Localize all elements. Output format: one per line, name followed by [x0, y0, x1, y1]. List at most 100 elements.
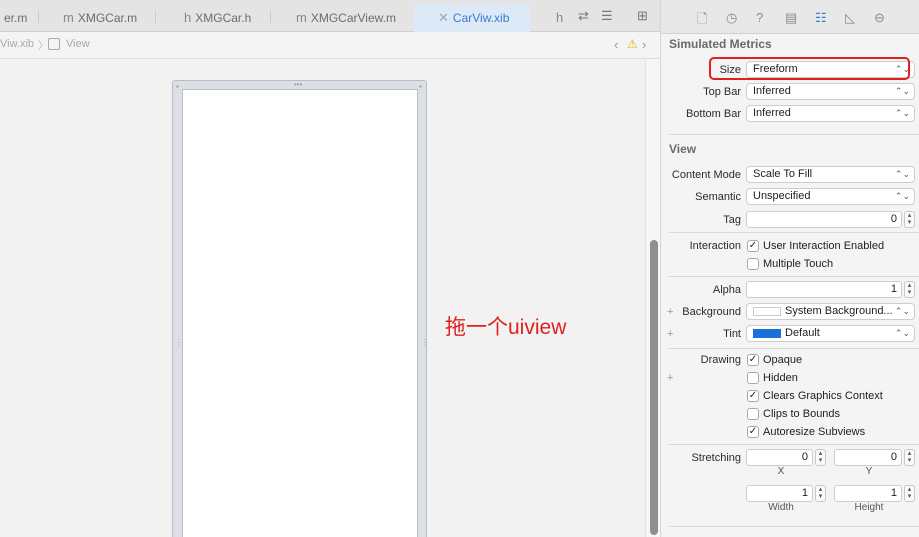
y-caption: Y	[865, 466, 873, 477]
drag-handle[interactable]: •••	[294, 81, 302, 89]
lines-icon[interactable]: ☰	[601, 8, 613, 24]
size-inspector-icon[interactable]: ◺	[845, 10, 855, 26]
inspector-tab-bar: 🗋 ◷ ? ▤ ☷ ◺ ⊖	[661, 0, 919, 34]
stretch-y-field[interactable]: 0	[834, 449, 902, 466]
jumpbar-view[interactable]: View	[66, 38, 90, 50]
opaque-checkbox[interactable]: ✓	[747, 354, 759, 366]
section-divider	[669, 526, 919, 527]
tint-popup[interactable]: Default ⌃⌄	[746, 325, 915, 342]
chevron-right-icon[interactable]: ›	[642, 37, 646, 52]
identity-inspector-icon[interactable]: ▤	[785, 10, 797, 26]
editor-tab-bar: er.m m XMGCar.m h XMGCar.h m XMGCarView.m ✕…	[0, 0, 660, 32]
tab-header-partial[interactable]: h	[556, 4, 567, 32]
section-divider	[669, 444, 919, 445]
tab-xmgcar-m[interactable]: m XMGCar.m	[63, 4, 137, 32]
stretch-width-field[interactable]: 1	[746, 485, 813, 502]
clears-graphics-label: Clears Graphics Context	[763, 390, 883, 402]
tab-xmgcar-h[interactable]: h XMGCar.h	[184, 4, 251, 32]
file-inspector-icon[interactable]: 🗋	[697, 10, 707, 32]
clips-to-bounds-label: Clips to Bounds	[763, 408, 841, 420]
stretch-y-stepper[interactable]: ▴ ▾	[904, 449, 915, 466]
header-file-icon: h	[556, 10, 564, 25]
chevron-left-icon[interactable]: ‹	[614, 37, 618, 52]
view-icon	[48, 38, 60, 50]
connections-inspector-icon[interactable]: ⊖	[874, 10, 885, 26]
alpha-field[interactable]: 1	[746, 281, 902, 298]
tag-stepper[interactable]: ▴ ▾	[904, 211, 915, 228]
alpha-stepper[interactable]: ▴ ▾	[904, 281, 915, 298]
add-variation-icon[interactable]: +	[667, 372, 673, 384]
section-title-simulated-metrics: Simulated Metrics	[669, 37, 772, 51]
drawing-label: Drawing	[700, 354, 741, 366]
section-divider	[669, 276, 919, 277]
tag-label: Tag	[723, 214, 741, 226]
popup-arrows-icon: ⌃⌄	[894, 108, 910, 118]
canvas-scrollbar[interactable]	[645, 59, 660, 537]
tab-separator	[155, 11, 156, 23]
header-file-icon: h	[184, 10, 192, 25]
hidden-checkbox[interactable]	[747, 372, 759, 384]
stretch-x-field[interactable]: 0	[746, 449, 813, 466]
top-bar-popup[interactable]: Inferred ⌃⌄	[746, 83, 915, 100]
resize-handle[interactable]: ▪	[419, 83, 422, 91]
objc-file-icon: m	[296, 10, 307, 25]
stretch-width-stepper[interactable]: ▴ ▾	[815, 485, 826, 502]
related-items-icon[interactable]: ⇄	[578, 8, 589, 24]
section-divider	[669, 348, 919, 349]
popup-arrows-icon: ⌃⌄	[894, 86, 910, 96]
bottom-bar-popup[interactable]: Inferred ⌃⌄	[746, 105, 915, 122]
popup-arrows-icon: ⌃⌄	[894, 191, 910, 201]
background-label: Background	[682, 306, 741, 318]
clears-graphics-checkbox[interactable]: ✓	[747, 390, 759, 402]
autoresize-label: Autoresize Subviews	[763, 426, 866, 438]
history-inspector-icon[interactable]: ◷	[726, 10, 737, 26]
content-mode-label: Content Mode	[671, 169, 741, 181]
stretch-height-stepper[interactable]: ▴ ▾	[904, 485, 915, 502]
resize-handle[interactable]: ⋮	[421, 339, 429, 347]
x-caption: X	[777, 466, 785, 477]
warning-icon[interactable]: ⚠	[627, 37, 638, 51]
root-view[interactable]	[182, 89, 418, 537]
close-tab-icon: ✕	[438, 10, 449, 25]
semantic-label: Semantic	[695, 191, 741, 203]
tab-er-m[interactable]: er.m	[0, 4, 27, 32]
attributes-inspector: 🗋 ◷ ? ▤ ☷ ◺ ⊖ Simulated Metrics Size Fre…	[660, 0, 919, 537]
objc-file-icon: m	[63, 10, 74, 25]
tag-field[interactable]: 0	[746, 211, 902, 228]
popup-arrows-icon: ⌃⌄	[894, 169, 910, 179]
autoresize-checkbox[interactable]: ✓	[747, 426, 759, 438]
interaction-label: Interaction	[689, 240, 741, 252]
user-interaction-checkbox[interactable]: ✓	[747, 240, 759, 252]
opaque-label: Opaque	[763, 354, 803, 366]
background-color-swatch	[753, 307, 781, 316]
tint-color-swatch	[753, 329, 781, 338]
view-scene-frame[interactable]: ▪ ••• ▪ ⋮ ⋮	[172, 80, 429, 537]
add-editor-icon[interactable]: ⊞	[637, 8, 648, 24]
size-highlight-box	[709, 57, 910, 80]
popup-arrows-icon: ⌃⌄	[894, 306, 910, 316]
quick-help-icon[interactable]: ?	[756, 10, 763, 25]
stretch-x-stepper[interactable]: ▴ ▾	[815, 449, 826, 466]
resize-handle[interactable]: ▪	[176, 83, 179, 91]
background-popup[interactable]: System Background... ⌃⌄	[746, 303, 915, 320]
popup-arrows-icon: ⌃⌄	[894, 328, 910, 338]
jumpbar-file[interactable]: Viw.xib	[0, 38, 34, 50]
section-title-view: View	[669, 142, 697, 156]
scrollbar-thumb[interactable]	[650, 240, 658, 535]
width-caption: Width	[768, 502, 794, 513]
content-mode-popup[interactable]: Scale To Fill ⌃⌄	[746, 166, 915, 183]
clips-to-bounds-checkbox[interactable]	[747, 408, 759, 420]
jump-bar: Viw.xib 〉 View ‹ ⚠ ›	[0, 32, 660, 59]
attributes-inspector-icon[interactable]: ☷	[815, 10, 827, 26]
tab-xmgcarview-m[interactable]: m XMGCarView.m	[296, 4, 396, 32]
tab-separator	[270, 11, 271, 23]
top-bar-label: Top Bar	[703, 86, 741, 98]
tab-carviw-xib[interactable]: ✕ CarViw.xib	[414, 4, 530, 32]
multiple-touch-checkbox[interactable]	[747, 258, 759, 270]
stretch-height-field[interactable]: 1	[834, 485, 902, 502]
stretching-label: Stretching	[691, 452, 741, 464]
semantic-popup[interactable]: Unspecified ⌃⌄	[746, 188, 915, 205]
alpha-label: Alpha	[712, 284, 741, 296]
multiple-touch-label: Multiple Touch	[763, 258, 834, 270]
drag-uiview-annotation: 拖一个uiview	[445, 316, 567, 339]
